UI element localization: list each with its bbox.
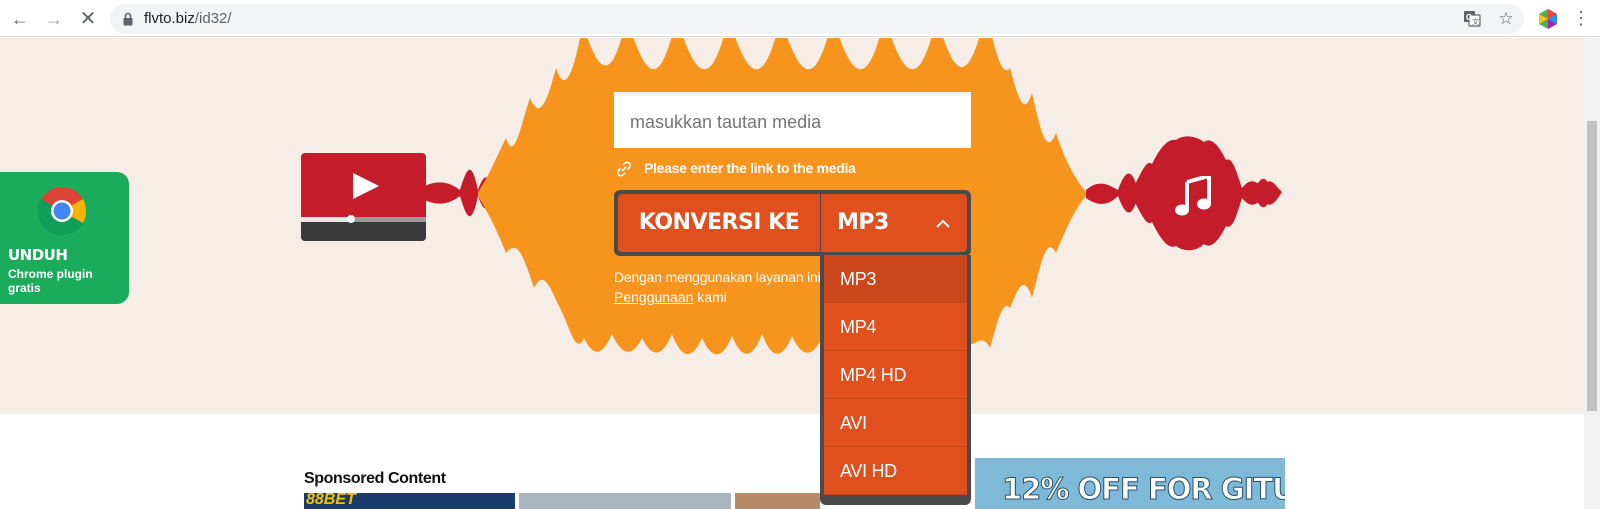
- format-selected-value: MP3: [837, 210, 889, 235]
- media-link-input[interactable]: [614, 92, 971, 148]
- hint-text: Please enter the link to the media: [644, 160, 856, 176]
- terms-suffix: kami: [693, 289, 727, 305]
- url-path: /id32/: [194, 10, 232, 27]
- progress-played: [301, 217, 351, 222]
- youtube-player-graphic: [301, 153, 426, 241]
- music-note-icon: [1175, 176, 1211, 216]
- address-bar[interactable]: flvto.biz/id32/ G文 ☆: [110, 4, 1524, 34]
- banner-ad-text: 12% OFF FOR GITUP: [1002, 472, 1285, 507]
- browser-toolbar: ← → ✕ flvto.biz/id32/ G文 ☆ ⋮: [0, 0, 1600, 37]
- hero-section: UNDUH Chrome plugin gratis Please enter …: [0, 38, 1584, 414]
- extension-icon[interactable]: [1537, 8, 1559, 30]
- format-option[interactable]: AVI: [824, 399, 967, 447]
- banner-ad[interactable]: 12% OFF FOR GITUP: [975, 458, 1285, 509]
- sponsored-ad-1[interactable]: 88BET: [304, 493, 515, 509]
- svg-text:文: 文: [1472, 17, 1479, 26]
- lock-icon: [123, 12, 133, 26]
- progress-handle: [347, 215, 355, 223]
- convert-button[interactable]: KONVERSI KE: [618, 194, 820, 252]
- url-domain: flvto.biz: [144, 10, 195, 27]
- convert-control: KONVERSI KE MP3: [614, 190, 971, 256]
- sponsored-heading: Sponsored Content: [304, 470, 446, 487]
- link-icon: [617, 161, 631, 177]
- translate-icon[interactable]: G文: [1462, 9, 1482, 29]
- url-text: flvto.biz/id32/: [144, 10, 232, 27]
- chevron-up-icon: [936, 219, 950, 228]
- promo-title: UNDUH: [8, 246, 68, 264]
- play-icon: [353, 173, 379, 199]
- scrollbar-thumb[interactable]: [1587, 121, 1597, 411]
- star-bookmark-icon[interactable]: ☆: [1496, 9, 1516, 29]
- stop-loading-icon[interactable]: ✕: [76, 7, 100, 31]
- format-option[interactable]: MP4 HD: [824, 351, 967, 399]
- terms-text: Dengan menggunakan layanan ini, k: [614, 269, 824, 285]
- page-scrollbar[interactable]: [1584, 38, 1600, 509]
- sponsored-ad-2[interactable]: [519, 493, 731, 509]
- forward-icon[interactable]: →: [42, 7, 66, 31]
- format-dropdown: MP3 MP4 MP4 HD AVI AVI HD: [820, 255, 971, 505]
- promo-subtitle: Chrome plugin gratis: [8, 267, 93, 295]
- format-select[interactable]: MP3: [821, 194, 967, 252]
- terms-link[interactable]: Penggunaan: [614, 289, 693, 305]
- back-icon[interactable]: ←: [8, 7, 32, 31]
- terms-notice: Dengan menggunakan layanan ini, k Penggu…: [614, 267, 824, 307]
- chrome-plugin-promo[interactable]: UNDUH Chrome plugin gratis: [0, 172, 129, 304]
- more-menu-icon[interactable]: ⋮: [1572, 7, 1590, 31]
- format-option[interactable]: MP3: [824, 255, 967, 303]
- chrome-logo-icon: [37, 187, 87, 236]
- sponsored-ad-3[interactable]: [735, 493, 820, 509]
- ad-1-text: 88BET: [306, 493, 356, 508]
- format-option[interactable]: MP4: [824, 303, 967, 351]
- format-option[interactable]: AVI HD: [824, 447, 967, 495]
